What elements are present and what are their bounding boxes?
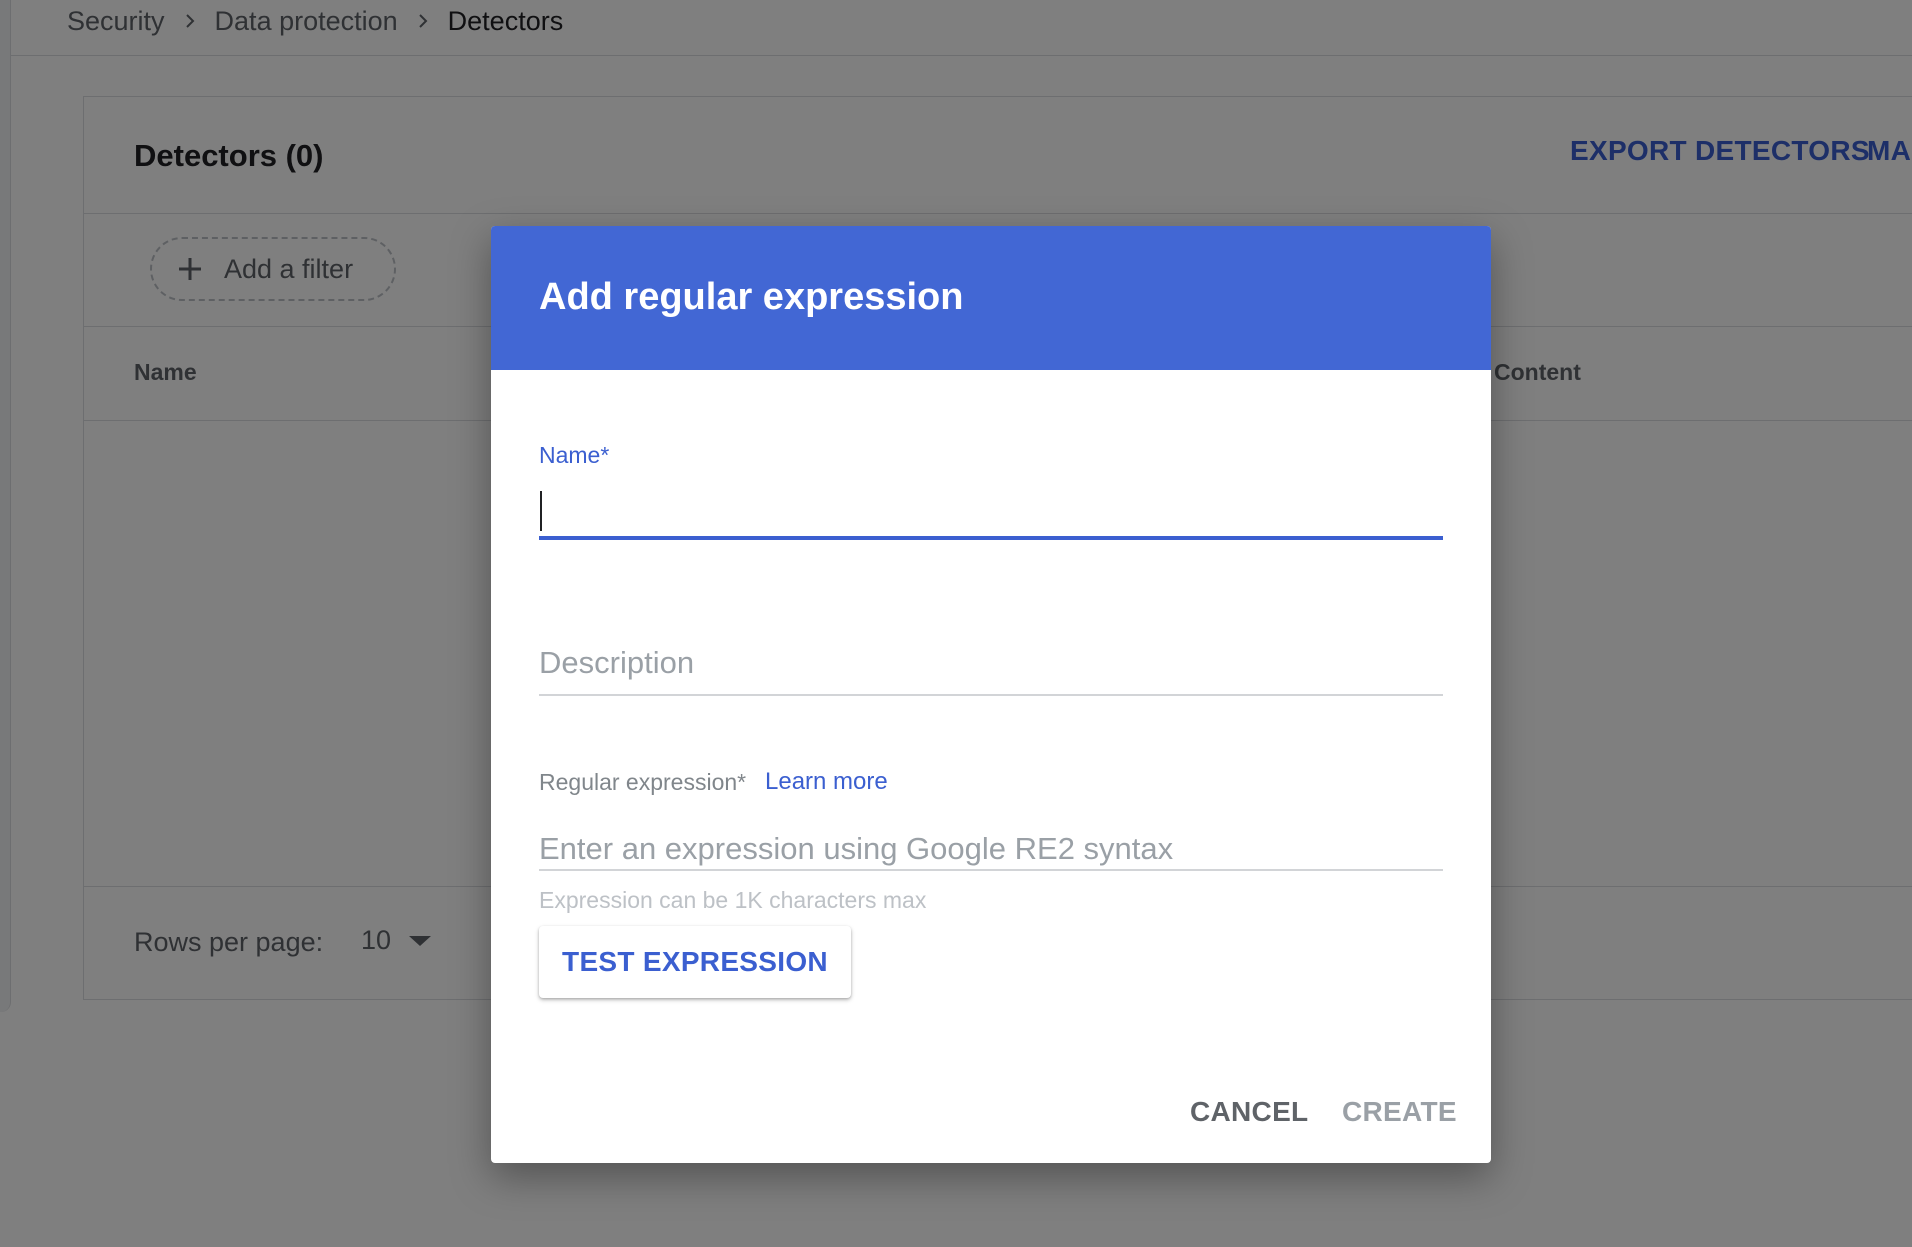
learn-more-link[interactable]: Learn more xyxy=(765,768,888,796)
regex-helper-text: Expression can be 1K characters max xyxy=(539,887,927,913)
dialog-title: Add regular expression xyxy=(539,276,964,318)
regex-underline xyxy=(539,869,1443,871)
text-caret xyxy=(540,491,542,531)
cancel-button[interactable]: CANCEL xyxy=(1190,1096,1308,1128)
dialog-header: Add regular expression xyxy=(491,226,1491,370)
name-label: Name* xyxy=(539,442,610,468)
description-underline xyxy=(539,694,1443,696)
description-input[interactable] xyxy=(539,638,1443,688)
name-input[interactable] xyxy=(539,488,1443,538)
regex-label: Regular expression* xyxy=(539,769,747,795)
regex-input[interactable] xyxy=(539,824,1443,874)
create-button[interactable]: CREATE xyxy=(1342,1096,1457,1128)
add-regex-dialog: Add regular expression Name* Regular exp… xyxy=(491,226,1491,1163)
test-expression-button[interactable]: TEST EXPRESSION xyxy=(539,926,851,998)
name-underline xyxy=(539,536,1443,540)
